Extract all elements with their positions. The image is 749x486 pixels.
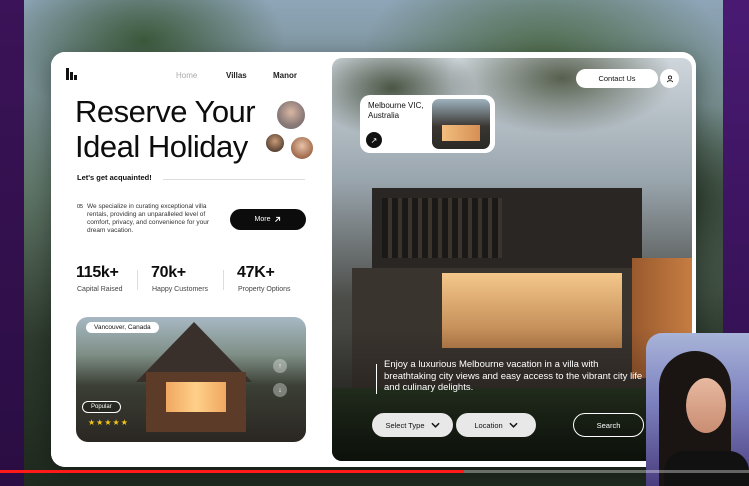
nav-home[interactable]: Home [176,71,197,80]
hero-image-melbourne: Contact Us Melbourne VIC, Australia ↗ En… [332,58,692,461]
stat-value-capital: 115k+ [76,264,119,281]
page-title: Reserve Your Ideal Holiday [75,94,275,164]
landing-page-card: Home Villas Manor Reserve Your Ideal Hol… [51,52,696,467]
villa-upper-floor [372,188,642,268]
stat-label-customers: Happy Customers [152,286,209,293]
search-button[interactable]: Search [573,413,644,437]
contact-us-button[interactable]: Contact Us [576,69,658,88]
location-thumbnail [432,99,490,149]
nav-manor[interactable]: Manor [273,71,297,80]
video-progress-fill[interactable] [0,470,465,473]
property-location-tag: Vancouver, Canada [86,322,159,333]
logo-icon[interactable] [66,68,78,80]
video-frame: Home Villas Manor Reserve Your Ideal Hol… [0,0,749,486]
avatar-1 [275,99,307,131]
more-label: More [254,216,271,223]
star-icon: ★ [112,418,121,427]
intro-text: We specialize in curating exceptional vi… [87,203,209,234]
stat-value-properties: 47K+ [237,264,275,281]
property-card-vancouver[interactable]: Vancouver, Canada Popular ★★★★★ ↑ ↓ [76,317,306,442]
chevron-down-icon [430,422,440,428]
acquainted-heading: Let's get acquainted! [77,173,152,182]
stat-divider [137,270,138,290]
rating-stars: ★★★★★ [88,418,129,427]
select-type-dropdown[interactable]: Select Type [372,413,453,437]
title-line-2: Ideal Holiday [75,129,248,164]
text-accent-line [376,364,377,394]
arrow-up-right-icon[interactable]: ↗ [366,132,382,148]
title-line-1: Reserve Your [75,94,256,129]
webcam-overlay [646,333,749,486]
presenter-shirt [664,451,749,486]
star-icon: ★ [120,418,129,427]
presenter-face [686,378,726,433]
user-icon [666,75,673,82]
chevron-down-icon [509,422,518,428]
star-icon: ★ [88,418,97,427]
stat-label-properties: Property Options [238,286,291,293]
divider [163,179,305,180]
left-panel: Home Villas Manor Reserve Your Ideal Hol… [51,52,332,467]
popular-badge: Popular [82,401,121,413]
user-button[interactable] [660,69,679,88]
avatar-2 [264,132,286,154]
nav-villas[interactable]: Villas [226,71,247,80]
avatar-3 [289,135,315,161]
location-card[interactable]: Melbourne VIC, Australia ↗ [360,95,495,153]
hero-description: Enjoy a luxurious Melbourne vacation in … [384,359,643,393]
location-label: Location [474,420,503,430]
intro-number: 05 [77,204,84,210]
location-dropdown[interactable]: Location [456,413,536,437]
left-edge [0,0,24,486]
location-text: Melbourne VIC, Australia [368,101,424,120]
select-type-label: Select Type [385,420,425,430]
star-icon: ★ [104,418,113,427]
house-body [146,372,246,432]
stat-divider [223,270,224,290]
arrow-icon[interactable]: ↑ [273,359,287,373]
arrow-icon[interactable]: ↓ [273,383,287,397]
arrow-up-right-icon [275,216,281,222]
more-button[interactable]: More [230,209,306,230]
hero-shade [332,328,692,461]
stat-label-capital: Capital Raised [77,286,123,293]
stat-value-customers: 70k+ [151,264,186,281]
